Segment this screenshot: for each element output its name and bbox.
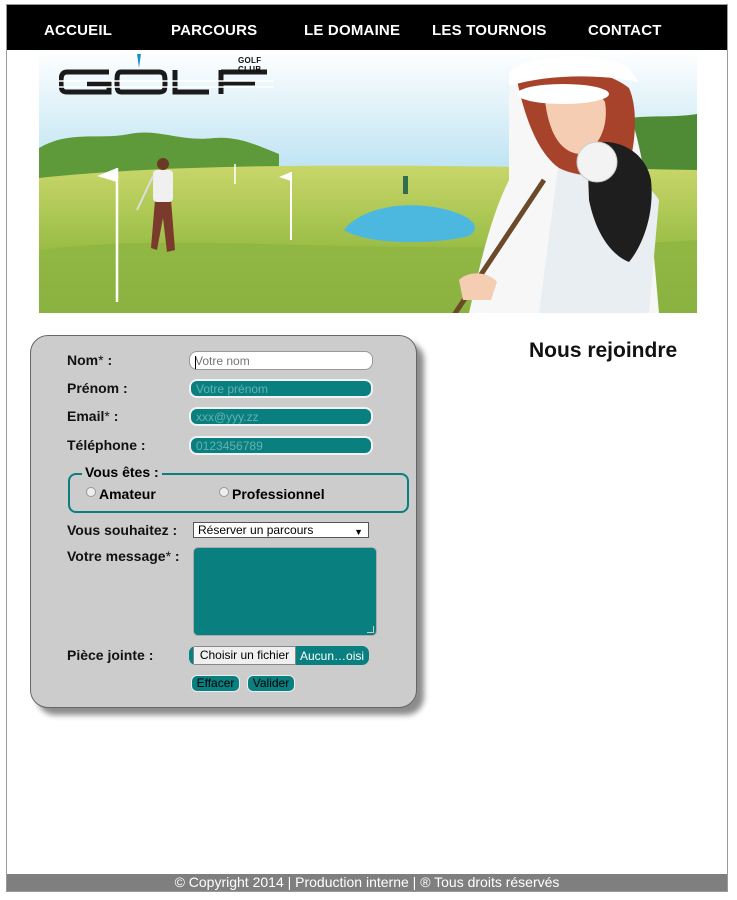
- page-frame: ACCUEIL PARCOURS LE DOMAINE LES TOURNOIS…: [6, 4, 728, 892]
- resize-handle-icon[interactable]: [367, 626, 374, 633]
- nav-item-le-domaine[interactable]: LE DOMAINE: [304, 22, 400, 39]
- telephone-label: Téléphone :: [67, 437, 146, 453]
- dropdown-arrow-icon: ▼: [354, 527, 363, 537]
- footer: © Copyright 2014 | Production interne | …: [7, 874, 727, 891]
- page-title: Nous rejoindre: [529, 339, 678, 362]
- nav-item-les-tournois[interactable]: LES TOURNOIS: [432, 22, 547, 39]
- souhaitez-label: Vous souhaitez :: [67, 522, 178, 538]
- vous-etes-fieldset: Vous êtes : Amateur Professionnel: [68, 464, 409, 513]
- golf-club-logo: GOLF CLUB: [59, 54, 274, 106]
- message-textarea[interactable]: [193, 547, 377, 636]
- file-input[interactable]: Choisir un fichier Aucun…oisi: [189, 646, 369, 665]
- email-input[interactable]: [189, 407, 373, 426]
- message-label: Votre message* :: [67, 548, 180, 564]
- submit-button[interactable]: Valider: [247, 675, 295, 692]
- contact-form: Nom* : Prénom : Email* : Téléphone : Vou…: [30, 335, 417, 708]
- vous-etes-legend: Vous êtes :: [82, 464, 162, 480]
- logo-subtitle: GOLF CLUB: [238, 56, 262, 74]
- nom-input[interactable]: [189, 351, 373, 370]
- professionnel-label: Professionnel: [232, 486, 325, 502]
- prenom-input[interactable]: [189, 379, 373, 398]
- amateur-radio[interactable]: [86, 487, 96, 497]
- telephone-input[interactable]: [189, 436, 373, 455]
- nav-item-parcours[interactable]: PARCOURS: [171, 22, 257, 39]
- choose-file-button[interactable]: Choisir un fichier: [193, 646, 296, 665]
- file-name-text: Aucun…oisi: [300, 649, 365, 663]
- amateur-label: Amateur: [99, 486, 156, 502]
- souhaitez-select[interactable]: Réserver un parcours ▼: [193, 522, 369, 538]
- email-label: Email* :: [67, 408, 119, 424]
- top-nav: ACCUEIL PARCOURS LE DOMAINE LES TOURNOIS…: [7, 5, 727, 50]
- reset-button[interactable]: Effacer: [191, 675, 240, 692]
- nom-label: Nom* :: [67, 352, 113, 368]
- souhaitez-selected-value: Réserver un parcours: [198, 523, 314, 537]
- hero-banner: GOLF CLUB: [39, 50, 697, 313]
- nav-item-contact[interactable]: CONTACT: [588, 22, 662, 39]
- nav-item-accueil[interactable]: ACCUEIL: [44, 22, 112, 39]
- professionnel-radio[interactable]: [219, 487, 229, 497]
- text-caret: [195, 356, 196, 369]
- prenom-label: Prénom :: [67, 380, 128, 396]
- piece-jointe-label: Pièce jointe :: [67, 647, 154, 663]
